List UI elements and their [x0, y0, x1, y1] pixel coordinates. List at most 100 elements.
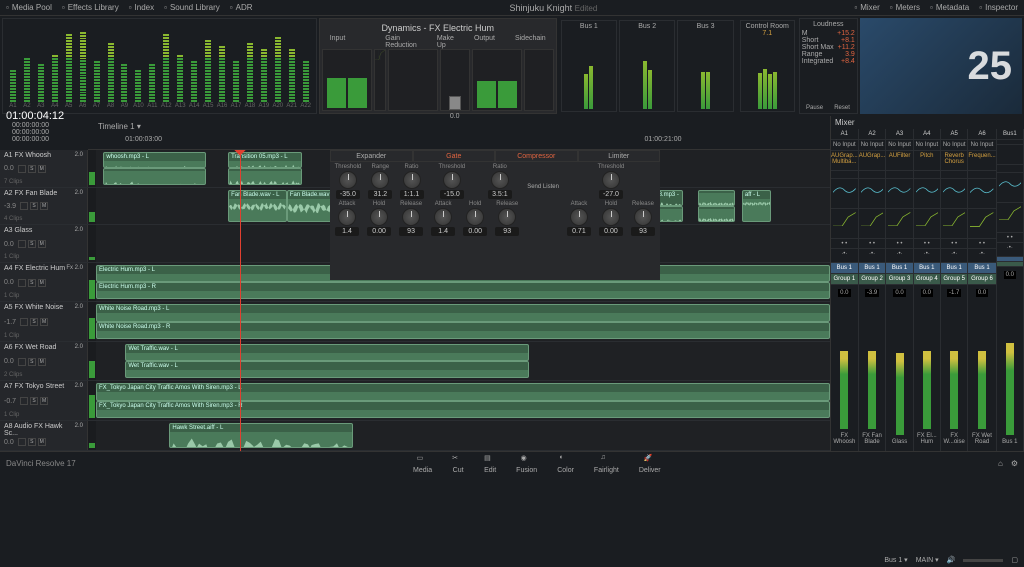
knob-Release[interactable]: Release93: [495, 201, 519, 236]
strip-bus-out[interactable]: Bus 1: [914, 263, 940, 274]
strip-eq[interactable]: [968, 179, 995, 209]
strip-bus-send[interactable]: • •: [997, 233, 1023, 243]
strip-pan[interactable]: ·•·: [914, 249, 940, 263]
dyn-tab-Compressor[interactable]: Compressor: [495, 150, 578, 162]
home-icon[interactable]: ⌂: [998, 459, 1003, 468]
solo-button[interactable]: S: [30, 202, 38, 210]
dyn-tab-Expander[interactable]: Expander: [330, 150, 413, 162]
solo-button[interactable]: S: [28, 358, 36, 366]
page-Cut[interactable]: ✂Cut: [452, 454, 464, 474]
topbar-fx[interactable]: ▫Effects Library: [62, 3, 119, 12]
strip-group[interactable]: Group 3: [886, 274, 912, 285]
strip-bus-send[interactable]: • •: [914, 239, 940, 249]
strip-bus-send[interactable]: • •: [831, 239, 858, 249]
dim-button[interactable]: ▢: [1011, 556, 1018, 564]
track-header[interactable]: A5 FX White Noise 2.0 -1.7SM 1 Clip: [0, 302, 88, 341]
strip-eq[interactable]: [831, 179, 858, 209]
mute-button[interactable]: M: [40, 397, 48, 405]
knob-Threshold[interactable]: Threshold-27.0: [598, 164, 625, 199]
audio-clip[interactable]: White Noise Road.mp3 - R: [96, 322, 830, 339]
strip-fx[interactable]: Pitch: [914, 151, 940, 171]
audio-clip[interactable]: Wet Traffic.wav - L: [125, 361, 529, 378]
strip-dyn[interactable]: [859, 209, 886, 239]
knob-Attack[interactable]: Attack0.71: [567, 201, 591, 236]
strip-pan[interactable]: ·•·: [997, 243, 1023, 257]
knob-Hold[interactable]: Hold0.00: [463, 201, 487, 236]
topbar-metadata[interactable]: ▫Metadata: [930, 3, 969, 12]
track-lane[interactable]: FX_Tokyo Japan City Traffic Amos With Si…: [96, 381, 830, 420]
strip-dyn[interactable]: [968, 209, 995, 239]
strip-dyn[interactable]: [831, 209, 858, 239]
audio-clip[interactable]: White Noise Road.mp3 - L: [96, 304, 830, 321]
track-header[interactable]: A2 FX Fan Blade 2.0 -3.9SM 4 Clips: [0, 188, 88, 225]
strip-eq[interactable]: [997, 173, 1023, 203]
knob-Release[interactable]: Release93: [631, 201, 655, 236]
strip-input[interactable]: No Input: [859, 140, 886, 151]
playhead[interactable]: [240, 150, 241, 451]
strip-fx[interactable]: AUFilter: [886, 151, 912, 171]
topbar-inspector[interactable]: ▫Inspector: [979, 3, 1018, 12]
knob-Hold[interactable]: Hold0.00: [367, 201, 391, 236]
loudness-reset[interactable]: Reset: [829, 105, 855, 111]
strip-name[interactable]: Bus1: [997, 129, 1023, 140]
strip-fx[interactable]: ReverbChorus: [941, 151, 967, 171]
strip-group[interactable]: Group 6: [968, 274, 995, 285]
strip-fx[interactable]: [997, 145, 1023, 165]
page-Fairlight[interactable]: ♫Fairlight: [594, 454, 619, 474]
dyn-curve-graph[interactable]: [374, 49, 386, 111]
strip-fader[interactable]: 0.0 FX Wet Road: [968, 285, 995, 451]
strip-name[interactable]: A2: [859, 129, 886, 140]
knob-Ratio[interactable]: Ratio3.5:1: [488, 164, 512, 199]
strip-pan[interactable]: ·•·: [831, 249, 858, 263]
strip-bus-out[interactable]: Bus 1: [886, 263, 912, 274]
send-listen[interactable]: Send Listen: [524, 164, 562, 278]
strip-name[interactable]: A1: [831, 129, 858, 140]
track-header[interactable]: A8 Audio FX Hawk Sc... 2.0 0.0SM: [0, 421, 88, 450]
strip-bus-out[interactable]: Bus 1: [941, 263, 967, 274]
strip-eq[interactable]: [914, 179, 940, 209]
settings-gear-icon[interactable]: ⚙: [1011, 459, 1018, 468]
solo-button[interactable]: S: [28, 165, 36, 173]
track-lane[interactable]: Wet Traffic.wav - LWet Traffic.wav - L: [96, 342, 830, 381]
arm-button[interactable]: [20, 202, 28, 210]
dyn-tab-Gate[interactable]: Gate: [413, 150, 496, 162]
strip-input[interactable]: No Input: [914, 140, 940, 151]
timecode-display[interactable]: 01:00:04:12: [0, 110, 88, 122]
strip-pan[interactable]: ·•·: [968, 249, 995, 263]
strip-input[interactable]: No Input: [941, 140, 967, 151]
arm-button[interactable]: [18, 438, 26, 446]
strip-fader[interactable]: -1.7 FX W...oise: [941, 285, 967, 451]
audio-clip[interactable]: Wet Traffic.wav - L: [125, 344, 529, 361]
page-Color[interactable]: ◐Color: [557, 454, 574, 474]
arm-button[interactable]: [18, 279, 26, 287]
strip-bus-send[interactable]: • •: [886, 239, 912, 249]
strip-input[interactable]: No Input: [831, 140, 858, 151]
audio-clip[interactable]: Electric Hum.mp3 - R: [96, 282, 830, 299]
strip-fader[interactable]: 0.0 Bus 1: [997, 267, 1023, 451]
strip-dyn[interactable]: [886, 209, 912, 239]
strip-group[interactable]: Group 4: [914, 274, 940, 285]
audio-clip[interactable]: [698, 190, 735, 206]
strip-bus-out[interactable]: Bus 1: [859, 263, 886, 274]
track-header[interactable]: A7 FX Tokyo Street 2.0 -0.7SM 1 Clip: [0, 381, 88, 420]
dyn-makeup-slider[interactable]: 0.0: [440, 49, 470, 111]
strip-group[interactable]: Group 1: [831, 274, 858, 285]
loudness-pause[interactable]: Pause: [802, 105, 828, 111]
video-bus-select[interactable]: Bus 1 ▾: [884, 556, 907, 564]
track-lane[interactable]: Hawk Street.aiff - L: [96, 421, 830, 450]
strip-name[interactable]: A6: [968, 129, 995, 140]
strip-name[interactable]: A4: [914, 129, 940, 140]
arm-button[interactable]: [18, 240, 26, 248]
arm-button[interactable]: [18, 165, 26, 173]
strip-name[interactable]: A5: [941, 129, 967, 140]
strip-bus-send[interactable]: • •: [968, 239, 995, 249]
strip-dyn[interactable]: [914, 209, 940, 239]
topbar-sound[interactable]: ▫Sound Library: [164, 3, 220, 12]
knob-Threshold[interactable]: Threshold-35.0: [335, 164, 362, 199]
dyn-tab-Limiter[interactable]: Limiter: [578, 150, 661, 162]
track-lane[interactable]: White Noise Road.mp3 - LWhite Noise Road…: [96, 302, 830, 341]
strip-fx[interactable]: AUGrap...Multiba...: [831, 151, 858, 171]
audio-clip[interactable]: Hawk Street.aiff - L: [169, 423, 353, 448]
mute-button[interactable]: M: [38, 358, 46, 366]
audio-clip[interactable]: whoosh.mp3 - L: [103, 152, 206, 168]
